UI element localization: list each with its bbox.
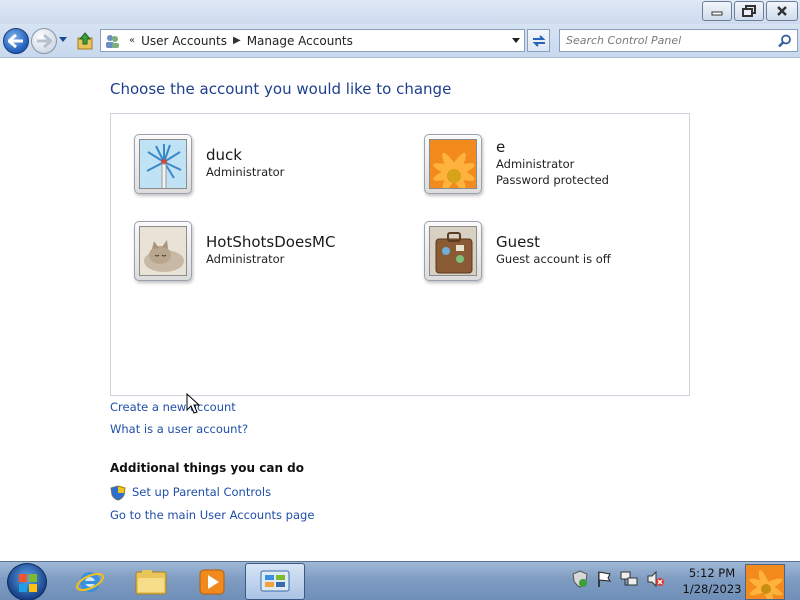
refresh-icon xyxy=(532,34,545,47)
action-center-flag-icon[interactable] xyxy=(596,570,612,588)
clock-date: 1/28/2023 xyxy=(682,582,742,596)
address-bar[interactable]: « User Accounts ▶ Manage Accounts xyxy=(100,29,525,52)
clock[interactable]: 5:12 PM 1/28/2023 xyxy=(682,565,742,597)
account-status: Guest account is off xyxy=(496,252,611,266)
orange-flower-picture-icon xyxy=(746,565,784,599)
breadcrumb-overflow-icon[interactable]: « xyxy=(129,35,135,46)
breadcrumb-user-accounts[interactable]: User Accounts xyxy=(141,34,227,48)
start-button[interactable] xyxy=(7,563,47,600)
account-info: Guest Guest account is off xyxy=(496,233,611,267)
account-name[interactable]: duck xyxy=(206,146,284,164)
account-tile-duck[interactable]: duck Administrator xyxy=(134,134,284,194)
create-new-account-link[interactable]: Create a new account xyxy=(110,400,236,414)
navigation-bar: « User Accounts ▶ Manage Accounts xyxy=(0,24,800,58)
search-input[interactable] xyxy=(566,34,766,47)
restore-button[interactable] xyxy=(734,1,764,21)
account-info: e Administrator Password protected xyxy=(496,138,609,188)
internet-explorer-icon xyxy=(76,571,104,592)
account-tile-e[interactable]: e Administrator Password protected xyxy=(424,134,609,194)
refresh-button[interactable] xyxy=(527,29,550,52)
main-user-accounts-page-link[interactable]: Go to the main User Accounts page xyxy=(110,508,314,522)
parental-controls-link[interactable]: Set up Parental Controls xyxy=(132,485,271,499)
taskbar: 5:12 PM 1/28/2023 xyxy=(0,561,800,600)
accounts-panel: duck Administrator e Administrator Passw… xyxy=(110,113,690,396)
user-picture-thumbnail[interactable] xyxy=(745,564,785,600)
taskbar-internet-explorer[interactable] xyxy=(62,563,118,600)
forward-arrow-icon xyxy=(37,34,52,48)
volume-muted-icon[interactable] xyxy=(646,570,664,588)
account-name[interactable]: e xyxy=(496,138,609,156)
account-type: Administrator xyxy=(496,157,575,171)
taskbar-control-panel[interactable] xyxy=(245,563,305,600)
account-status: Password protected xyxy=(496,173,609,187)
orange-flower-picture-icon xyxy=(429,139,477,189)
user-accounts-icon xyxy=(101,30,123,51)
close-icon xyxy=(777,6,787,16)
windmill-picture-icon xyxy=(139,139,187,189)
windows-logo-icon xyxy=(19,574,37,592)
account-tile-guest[interactable]: Guest Guest account is off xyxy=(424,221,611,281)
taskbar-windows-media-player[interactable] xyxy=(184,563,240,600)
minimize-icon xyxy=(711,11,723,16)
breadcrumb-manage-accounts[interactable]: Manage Accounts xyxy=(247,34,353,48)
back-button[interactable] xyxy=(3,28,29,54)
breadcrumb-separator-icon[interactable]: ▶ xyxy=(233,35,241,46)
account-info: HotShotsDoesMC Administrator xyxy=(206,233,335,267)
account-tile-hotshotsdoesmc[interactable]: HotShotsDoesMC Administrator xyxy=(134,221,335,281)
account-name[interactable]: Guest xyxy=(496,233,611,251)
security-shield-icon[interactable] xyxy=(572,570,588,588)
suitcase-picture-icon xyxy=(429,226,477,276)
control-panel-icon xyxy=(260,570,290,591)
minimize-button[interactable] xyxy=(702,1,732,21)
folder-icon xyxy=(135,569,167,594)
avatar[interactable] xyxy=(424,221,482,281)
avatar[interactable] xyxy=(134,221,192,281)
kitten-picture-icon xyxy=(139,226,187,276)
up-folder-icon[interactable] xyxy=(76,32,94,50)
taskbar-windows-explorer[interactable] xyxy=(123,563,179,600)
recent-pages-dropdown-icon[interactable] xyxy=(58,36,68,43)
breadcrumb: « User Accounts ▶ Manage Accounts xyxy=(123,34,353,48)
account-name[interactable]: HotShotsDoesMC xyxy=(206,233,335,251)
shield-icon xyxy=(110,485,126,501)
avatar[interactable] xyxy=(134,134,192,194)
caption-buttons xyxy=(700,1,798,21)
search-icon[interactable] xyxy=(778,34,792,48)
avatar[interactable] xyxy=(424,134,482,194)
system-tray xyxy=(572,570,664,588)
restore-icon xyxy=(742,5,756,17)
close-button[interactable] xyxy=(766,1,798,21)
page-title: Choose the account you would like to cha… xyxy=(110,80,452,98)
account-type: Administrator xyxy=(206,252,285,266)
account-type: Administrator xyxy=(206,165,285,179)
mouse-cursor-icon xyxy=(186,393,200,414)
forward-button[interactable] xyxy=(31,28,57,54)
clock-time: 5:12 PM xyxy=(688,566,736,580)
search-box[interactable] xyxy=(559,29,798,52)
network-icon[interactable] xyxy=(620,570,638,588)
back-arrow-icon xyxy=(8,34,23,48)
address-dropdown-icon[interactable] xyxy=(511,37,521,44)
additional-things-heading: Additional things you can do xyxy=(110,461,305,475)
what-is-user-account-link[interactable]: What is a user account? xyxy=(110,422,248,436)
account-info: duck Administrator xyxy=(206,146,284,180)
media-player-icon xyxy=(199,569,225,594)
window-title-bar xyxy=(0,0,800,24)
